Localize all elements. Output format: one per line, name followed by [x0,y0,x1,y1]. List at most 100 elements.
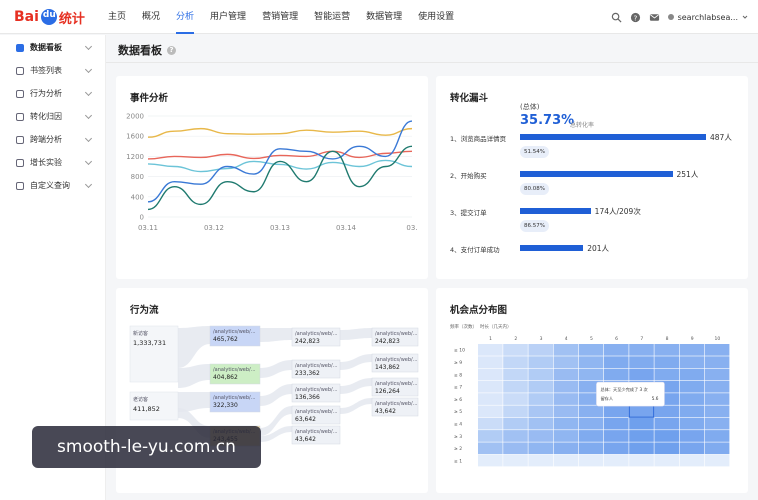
sidebar-item[interactable]: 自定义查询 [0,174,105,197]
heatmap-cell [478,356,503,368]
heatmap-cell [679,393,705,405]
flow-link [260,360,292,378]
heatmap-cell [503,393,528,405]
heatmap-cell [578,417,604,430]
chevron-down-icon [84,65,93,74]
heatmap-cell [604,454,629,467]
heatmap-cell [679,405,705,418]
user-menu[interactable]: searchlabsea... [667,13,748,22]
help-icon[interactable]: ? [630,12,641,23]
flow-link [340,398,372,414]
funnel-step-value: 251人 [676,170,699,179]
flow-source-value: 1,333,731 [133,339,166,347]
heatmap-cell [629,368,654,381]
nav-item[interactable]: 智能运营 [306,0,358,34]
flow-node-label: /analytics/web/... [213,329,256,335]
flow-source-label: 老访客 [133,396,148,403]
sidebar-item[interactable]: 跨端分析 [0,128,105,151]
flow-node-value: 63,642 [295,416,316,423]
sidebar-item[interactable]: 增长实验 [0,151,105,174]
nav-item[interactable]: 主页 [100,0,134,34]
sidebar-item[interactable]: 转化归因 [0,105,105,128]
baidu-paw-icon [40,9,57,25]
flow-node-value: 143,862 [375,364,400,371]
heatmap-cell [704,417,730,430]
heatmap-cell [478,368,503,381]
heatmap-cell [679,454,705,467]
funnel-step-rate: 80.08% [520,183,549,195]
heatmap-cell [654,417,679,430]
heatmap-cell [503,417,528,430]
heatmap-cell [528,417,553,430]
nav-item[interactable]: 分析 [168,0,202,34]
chevron-down-icon [84,88,93,97]
nav-item[interactable]: 数据管理 [358,0,410,34]
heatmap-row-label: ≥ 2 [454,446,462,452]
flow-source-value: 411,852 [133,405,160,413]
y-tick-label: 1200 [126,153,144,161]
sidebar-item-label: 跨端分析 [30,135,62,144]
sidebar-item[interactable]: 数据看板 [0,36,105,59]
funnel-step-bar[interactable] [520,171,673,177]
heatmap-cell [478,430,503,442]
heatmap-cell [553,380,579,393]
flow-link [260,328,292,342]
nav-item[interactable]: 营销管理 [254,0,306,34]
heatmap-cell [629,454,654,467]
nav-item[interactable]: 概况 [134,0,168,34]
divider [106,62,758,63]
heatmap-cell [654,454,679,467]
heatmap-cell [553,417,579,430]
chevron-down-icon [84,134,93,143]
funnel-step-bar[interactable] [520,208,591,214]
y-tick-label: 2000 [126,113,144,121]
heatmap-cell [553,442,579,455]
funnel-step-value: 487人 [710,133,732,142]
card-title: 转化漏斗 [450,93,489,104]
heatmap-cell [553,454,579,467]
flow-node-label: /analytics/web/... [295,331,338,337]
nav-item[interactable]: 用户管理 [202,0,254,34]
mail-icon[interactable] [649,12,660,23]
heatmap-cell [679,344,705,356]
event-line-chart[interactable]: 0 400 800 1200 1600 2000 03.11 03.12 03.13 03.14 0… [116,76,428,279]
heatmap-tooltip: 总体：天至少完成了 3 次留存人 5.6 [596,381,665,407]
heatmap-cell [679,368,705,381]
heatmap-cell [478,393,503,405]
heatmap-row-label: ≥ 8 [454,372,462,378]
heatmap-col-label: 1 [489,336,492,342]
opportunity-heatmap[interactable]: 频率（次数） 时长（几天内） 1 2 3 4 5 6 7 8 9 10 ≥ 10 ≥ 9 ≥ 8 ≥ 7 ≥ 6… [436,288,748,493]
flow-node-value: 126,264 [375,388,400,395]
flow-link [340,354,372,370]
sidebar-item[interactable]: 书签列表 [0,59,105,82]
heatmap-col-label: 3 [540,336,543,342]
heatmap-cell [528,454,553,467]
heatmap-cell [553,344,579,356]
search-icon[interactable] [611,12,622,23]
tooltip-box [596,381,665,407]
flow-node-value: 322,330 [213,402,238,409]
page-title-text: 数据看板 [118,44,162,57]
heatmap-cell [553,356,579,368]
baidu-tongji-logo[interactable]: Bai 统计 [14,7,85,27]
x-tick-label: 03.12 [204,224,224,232]
funnel-step-bar[interactable] [520,245,584,251]
user-avatar [667,14,674,20]
x-tick-label: 03.11 [138,224,158,232]
heatmap-axis-label: 时长（几天内） [480,323,512,330]
funnel-step-bar[interactable] [520,134,706,140]
help-circle-icon[interactable]: ? [167,45,176,55]
sidebar-item[interactable]: 行为分析 [0,82,105,105]
heatmap-col-label: 2 [514,336,517,342]
heatmap-col-label: 7 [640,336,643,342]
heatmap-cell [654,368,679,381]
heatmap-cell [654,356,679,368]
y-tick-label: 1600 [126,133,144,141]
heatmap-cell [704,454,730,467]
heatmap-cell [553,405,579,418]
tooltip-label: 留存人 [600,395,613,402]
heatmap-cell [553,430,579,442]
heatmap-cell [478,405,503,418]
heatmap-cell [654,430,679,442]
nav-item[interactable]: 使用设置 [410,0,462,34]
